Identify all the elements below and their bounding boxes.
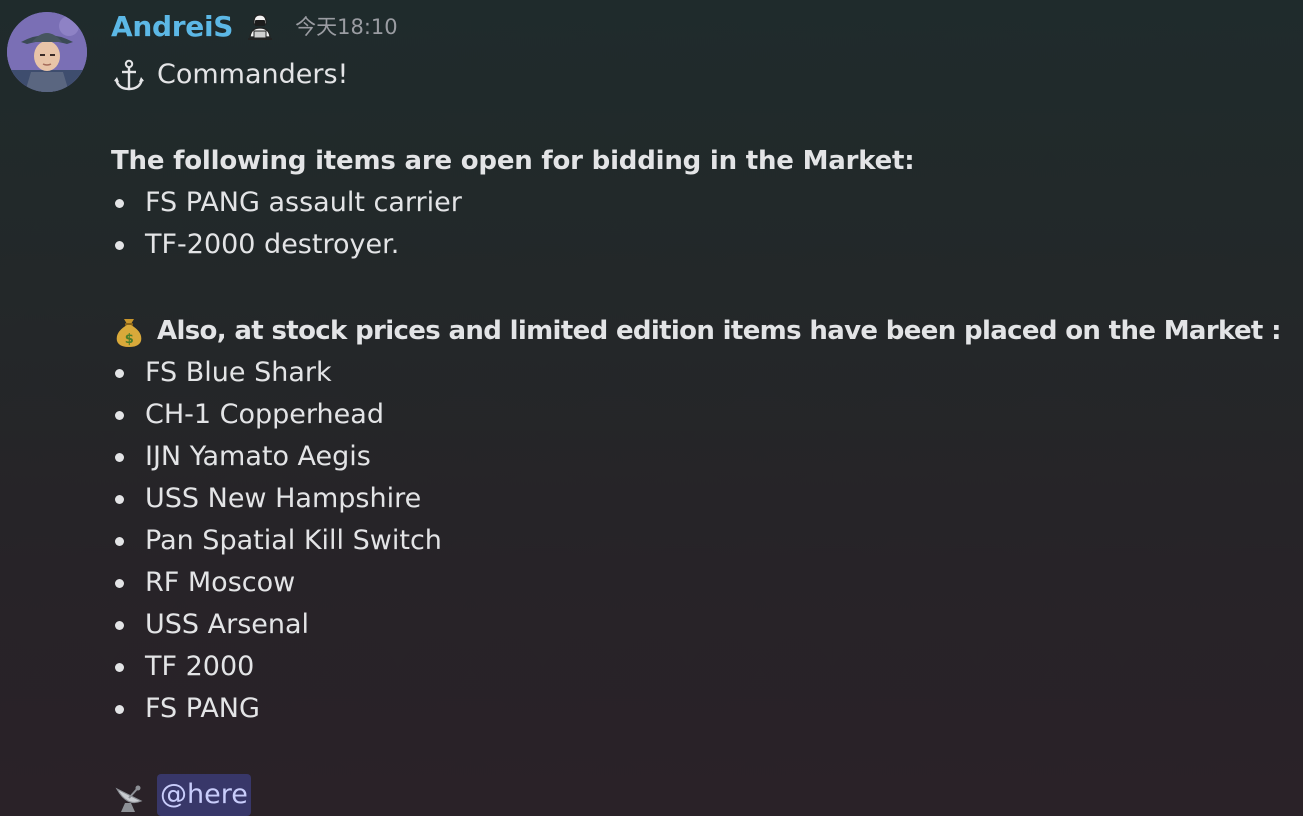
here-mention[interactable]: @here <box>157 774 251 816</box>
anchor-icon <box>111 57 147 93</box>
greeting-text: Commanders! <box>157 59 349 90</box>
stock-heading-text: Also, at stock prices and limited editio… <box>157 316 1282 346</box>
list-item: TF-2000 destroyer. <box>111 224 1296 266</box>
list-item: FS PANG assault carrier <box>111 182 1296 224</box>
bidding-list: FS PANG assault carrier TF-2000 destroye… <box>111 182 1296 266</box>
hacker-silhouette-icon <box>245 11 275 41</box>
list-item: RF Moscow <box>111 562 1296 604</box>
list-item: CH-1 Copperhead <box>111 394 1296 436</box>
chat-message: AndreiS 今天18:10 Commanders! The followin… <box>0 0 1303 816</box>
stock-list: FS Blue Shark CH-1 Copperhead IJN Yamato… <box>111 352 1296 730</box>
avatar[interactable] <box>7 12 87 92</box>
svg-text:$: $ <box>125 332 134 347</box>
money-bag-icon: $ <box>111 313 147 349</box>
greeting-line: Commanders! <box>111 54 1296 96</box>
satellite-dish-icon <box>111 777 147 813</box>
list-item: TF 2000 <box>111 646 1296 688</box>
mention-line: @here <box>111 774 1296 816</box>
bidding-heading: The following items are open for bidding… <box>111 146 915 176</box>
avatar-image <box>7 12 87 92</box>
message-timestamp: 今天18:10 <box>295 15 398 39</box>
list-item: USS New Hampshire <box>111 478 1296 520</box>
author-name[interactable]: AndreiS <box>111 10 233 43</box>
list-item: FS PANG <box>111 688 1296 730</box>
stock-heading-line: $ Also, at stock prices and limited edit… <box>111 310 1296 352</box>
message-header: AndreiS 今天18:10 <box>111 6 398 46</box>
list-item: USS Arsenal <box>111 604 1296 646</box>
list-item: FS Blue Shark <box>111 352 1296 394</box>
message-body: Commanders! The following items are open… <box>111 54 1296 816</box>
list-item: IJN Yamato Aegis <box>111 436 1296 478</box>
list-item: Pan Spatial Kill Switch <box>111 520 1296 562</box>
